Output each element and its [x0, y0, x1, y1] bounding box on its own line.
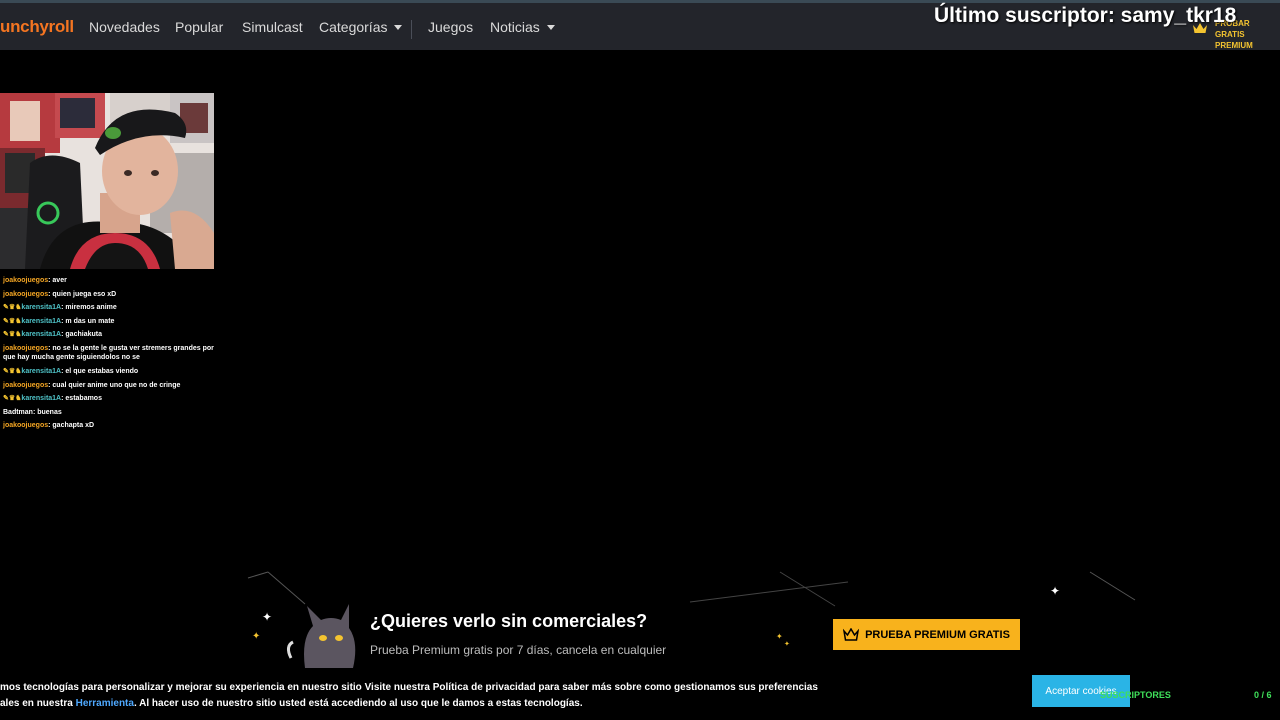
chat-username: joakoojuegos: [3, 381, 49, 389]
chat-message: Badtman: buenas: [3, 408, 62, 416]
chat-text: aver: [52, 277, 67, 284]
nav-juegos[interactable]: Juegos: [428, 19, 473, 35]
chevron-down-icon: [394, 25, 403, 30]
sparkle-icon: ✦: [1050, 584, 1061, 598]
promo-subtitle: Prueba Premium gratis por 7 días, cancel…: [370, 643, 667, 657]
chat-text: estabamos: [65, 395, 102, 402]
sparkle-icon: ✦: [776, 632, 783, 641]
cookie-notice-text: . Al hacer uso de nuestro sitio usted es…: [133, 698, 583, 709]
subscriber-badges-icon: ✎♛♞: [3, 368, 22, 375]
nav-simulcast[interactable]: Simulcast: [242, 19, 303, 35]
crown-icon: [843, 628, 860, 641]
webcam-feed: [0, 93, 214, 269]
sparkle-icon: ✦: [252, 631, 261, 642]
chat-text: cual quier anime uno que no de cringe: [52, 381, 181, 389]
nav-categorias-label: Categorías: [319, 19, 388, 35]
nav-categorias[interactable]: Categorías: [319, 19, 403, 35]
chat-message: ✎♛♞karensita1A: gachiakuta: [3, 331, 102, 338]
try-premium-button[interactable]: PRUEBA PREMIUM GRATIS: [833, 619, 1020, 650]
subscriber-badges-icon: ✎♛♞: [3, 304, 22, 311]
chat-text: quien juega eso xD: [52, 290, 117, 298]
chat-text: m das un mate: [65, 317, 115, 325]
chat-message: joakoojuegos: aver: [3, 277, 67, 284]
chat-message: ✎♛♞karensita1A: miremos anime: [3, 304, 117, 311]
sparkle-icon: ✦: [262, 610, 273, 624]
chat-message: joakoojuegos: no se la gente le gusta ve…: [3, 344, 214, 362]
chat-username: karensita1A: [21, 395, 62, 402]
chat-username: joakoojuegos: [3, 277, 49, 284]
nav-noticias-label: Noticias: [490, 19, 540, 35]
chat-message: joakoojuegos: quien juega eso xD: [3, 290, 117, 298]
chat-username: karensita1A: [21, 304, 62, 311]
subscriber-badges-icon: ✎♛♞: [3, 395, 22, 402]
chat-username: karensita1A: [21, 317, 62, 325]
chat-text: gachiakuta: [65, 331, 102, 338]
cookie-tool-link[interactable]: Herramienta: [76, 698, 134, 709]
subscriber-badges-icon: ✎♛♞: [3, 317, 22, 325]
chat-username: karensita1A: [21, 331, 62, 338]
chat-text: miremos anime: [65, 304, 117, 311]
nav-novedades[interactable]: Novedades: [89, 19, 160, 35]
chevron-down-icon: [546, 25, 555, 30]
streamer-webcam-image: [0, 93, 214, 269]
chat-username: joakoojuegos: [3, 344, 49, 352]
crunchyroll-logo[interactable]: unchyroll: [0, 17, 74, 37]
chat-message: ✎♛♞karensita1A: el que estabas viendo: [3, 368, 139, 375]
subscriber-badges-icon: ✎♛♞: [3, 331, 22, 338]
last-subscriber-overlay: Último suscriptor: samy_tkr18: [934, 4, 1237, 27]
subscribers-goal-label: SUSCRIPTORES: [1100, 690, 1171, 700]
chat-message: ✎♛♞karensita1A: m das un mate: [3, 317, 115, 325]
chat-username: karensita1A: [21, 368, 62, 375]
try-premium-button-label: PRUEBA PREMIUM GRATIS: [865, 628, 1010, 641]
nav-popular[interactable]: Popular: [175, 19, 223, 35]
cookie-notice-line2: ales en nuestra Herramienta. Al hacer us…: [0, 696, 760, 712]
chat-text: buenas: [37, 408, 62, 416]
chat-username: Badtman: [3, 408, 33, 416]
chat-message: ✎♛♞karensita1A: estabamos: [3, 395, 102, 402]
chat-message: joakoojuegos: cual quier anime uno que n…: [3, 381, 181, 389]
nav-noticias[interactable]: Noticias: [490, 19, 555, 35]
chat-text: gachapta xD: [52, 422, 95, 429]
try-premium-line2: PREMIUM: [1215, 41, 1253, 50]
cookie-notice: mos tecnologías para personalizar y mejo…: [0, 680, 818, 712]
chat-message: joakoojuegos: gachapta xD: [3, 422, 95, 429]
nav-divider: [411, 20, 412, 39]
subscribers-goal-count: 0 / 6: [1254, 690, 1272, 700]
chat-text: el que estabas viendo: [65, 368, 139, 375]
chat-username: joakoojuegos: [3, 290, 49, 298]
cat-mascot-icon: [286, 604, 356, 668]
cookie-notice-line1: mos tecnologías para personalizar y mejo…: [0, 682, 818, 693]
sparkle-icon: ✦: [784, 641, 790, 648]
cookie-notice-text: ales en nuestra: [0, 698, 76, 709]
chat-username: joakoojuegos: [3, 422, 49, 429]
promo-title: ¿Quieres verlo sin comerciales?: [370, 611, 648, 631]
